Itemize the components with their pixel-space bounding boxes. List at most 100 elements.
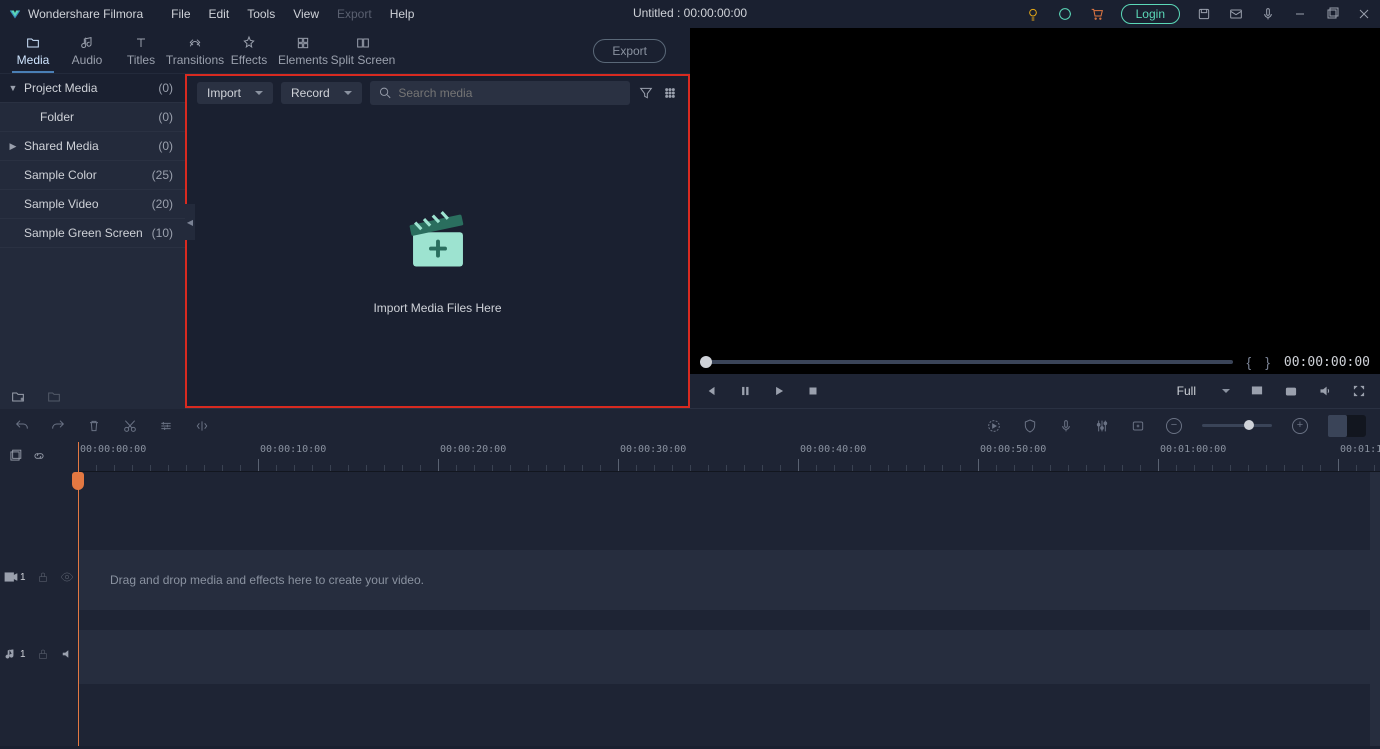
- menu-tools[interactable]: Tools: [247, 7, 275, 21]
- search-input[interactable]: [398, 86, 622, 100]
- voice-icon[interactable]: [1260, 6, 1276, 22]
- ruler-label: 00:00:30:00: [620, 444, 686, 455]
- new-folder-icon[interactable]: [10, 389, 26, 405]
- seek-thumb[interactable]: [700, 356, 712, 368]
- playhead-handle[interactable]: [72, 472, 84, 490]
- filter-icon[interactable]: [638, 85, 654, 101]
- snapshot-icon[interactable]: [1284, 384, 1298, 398]
- save-icon[interactable]: [1196, 6, 1212, 22]
- login-button[interactable]: Login: [1121, 4, 1180, 24]
- zoom-slider[interactable]: [1202, 424, 1272, 427]
- sidebar-item-label: Folder: [40, 110, 74, 124]
- render-icon[interactable]: [986, 418, 1002, 434]
- redo-icon[interactable]: [50, 418, 66, 434]
- mixer-icon[interactable]: [1094, 418, 1110, 434]
- quality-dropdown[interactable]: Full: [1177, 384, 1230, 398]
- tab-transitions[interactable]: Transitions: [168, 31, 222, 71]
- volume-icon[interactable]: [1318, 384, 1332, 398]
- chevron-right-icon: ▶: [8, 141, 18, 152]
- timeline-view-toggle[interactable]: [1328, 415, 1366, 437]
- zoom-out-button[interactable]: −: [1166, 418, 1182, 434]
- stop-button[interactable]: [806, 384, 820, 398]
- sidebar-item-sample-green-screen[interactable]: Sample Green Screen(10): [0, 219, 185, 248]
- tab-media-label: Media: [17, 53, 50, 67]
- playhead[interactable]: [78, 442, 79, 746]
- collapse-handle[interactable]: ◀: [185, 204, 195, 240]
- sidebar-item-folder[interactable]: Folder(0): [0, 103, 185, 132]
- undo-icon[interactable]: [14, 418, 30, 434]
- sidebar-item-project-media[interactable]: ▼Project Media(0): [0, 74, 185, 103]
- delete-icon[interactable]: [86, 418, 102, 434]
- sidebar-item-sample-color[interactable]: Sample Color(25): [0, 161, 185, 190]
- mic-icon[interactable]: [1058, 418, 1074, 434]
- audio-track[interactable]: [78, 630, 1370, 684]
- menu-file[interactable]: File: [171, 7, 190, 21]
- app-logo-icon: [8, 7, 22, 21]
- lock-icon[interactable]: [36, 647, 50, 661]
- support-icon[interactable]: [1057, 6, 1073, 22]
- tips-icon[interactable]: [1025, 6, 1041, 22]
- minimize-icon[interactable]: [1292, 6, 1308, 22]
- audio-track-controls: 1: [0, 647, 78, 661]
- shield-icon[interactable]: [1022, 418, 1038, 434]
- timeline-link-icon[interactable]: [32, 449, 46, 463]
- audio-track-label: 1: [4, 647, 26, 661]
- import-dropdown[interactable]: Import: [197, 82, 273, 104]
- ripple-icon[interactable]: [194, 418, 210, 434]
- zoom-thumb[interactable]: [1244, 420, 1254, 430]
- media-panel-highlighted: Import Record: [185, 74, 690, 408]
- video-track[interactable]: Drag and drop media and effects here to …: [78, 550, 1370, 610]
- chevron-down-icon: ▼: [8, 83, 18, 93]
- titlebar: Wondershare Filmora File Edit Tools View…: [0, 0, 1380, 28]
- tab-elements[interactable]: Elements: [276, 31, 330, 71]
- fullscreen-icon[interactable]: [1352, 384, 1366, 398]
- clapperboard-icon: [399, 201, 477, 279]
- tab-titles[interactable]: Titles: [114, 31, 168, 71]
- mute-icon[interactable]: [60, 647, 74, 661]
- mark-out-button[interactable]: }: [1265, 354, 1270, 370]
- delete-folder-icon[interactable]: [46, 389, 62, 405]
- maximize-icon[interactable]: [1324, 6, 1340, 22]
- media-drop-zone[interactable]: Import Media Files Here: [187, 110, 688, 406]
- lock-icon[interactable]: [36, 570, 50, 584]
- sidebar-item-shared-media[interactable]: ▶Shared Media(0): [0, 132, 185, 161]
- sidebar-item-sample-video[interactable]: Sample Video(20): [0, 190, 185, 219]
- sidebar-footer: [0, 385, 185, 409]
- seek-track[interactable]: [700, 360, 1233, 364]
- export-button[interactable]: Export: [593, 39, 666, 63]
- pip-icon[interactable]: [1250, 384, 1264, 398]
- record-dropdown[interactable]: Record: [281, 82, 362, 104]
- ruler-label: 00:00:50:00: [980, 444, 1046, 455]
- adjust-icon[interactable]: [158, 418, 174, 434]
- zoom-in-button[interactable]: +: [1292, 418, 1308, 434]
- sidebar-item-label: Shared Media: [24, 139, 99, 153]
- mark-in-button[interactable]: {: [1247, 354, 1252, 370]
- play-button[interactable]: [772, 384, 786, 398]
- tab-split-screen[interactable]: Split Screen: [330, 31, 396, 71]
- timeline-scrollbar[interactable]: [1370, 472, 1380, 746]
- mail-icon[interactable]: [1228, 6, 1244, 22]
- timeline-ruler[interactable]: 00:00:00:0000:00:10:0000:00:20:0000:00:3…: [78, 442, 1380, 472]
- menu-help[interactable]: Help: [390, 7, 415, 21]
- timeline-layers-icon[interactable]: [8, 449, 22, 463]
- eye-icon[interactable]: [60, 570, 74, 584]
- sidebar-item-count: (20): [152, 197, 173, 211]
- marker-icon[interactable]: [1130, 418, 1146, 434]
- ruler-label: 00:00:20:00: [440, 444, 506, 455]
- cut-icon[interactable]: [122, 418, 138, 434]
- grid-view-icon[interactable]: [662, 85, 678, 101]
- cart-icon[interactable]: [1089, 6, 1105, 22]
- tab-audio[interactable]: Audio: [60, 31, 114, 71]
- sidebar-item-label: Sample Green Screen: [24, 226, 143, 240]
- tab-media[interactable]: Media: [6, 31, 60, 71]
- menu-view[interactable]: View: [293, 7, 319, 21]
- timeline-toolbar: − +: [0, 408, 1380, 442]
- play-pause-button[interactable]: [738, 384, 752, 398]
- search-box[interactable]: [370, 81, 630, 105]
- close-icon[interactable]: [1356, 6, 1372, 22]
- menu-edit[interactable]: Edit: [209, 7, 230, 21]
- tab-titles-label: Titles: [127, 53, 155, 67]
- tab-effects[interactable]: Effects: [222, 31, 276, 71]
- prev-frame-button[interactable]: [704, 384, 718, 398]
- top-panel: Media Audio Titles Transitions Effects E…: [0, 28, 1380, 408]
